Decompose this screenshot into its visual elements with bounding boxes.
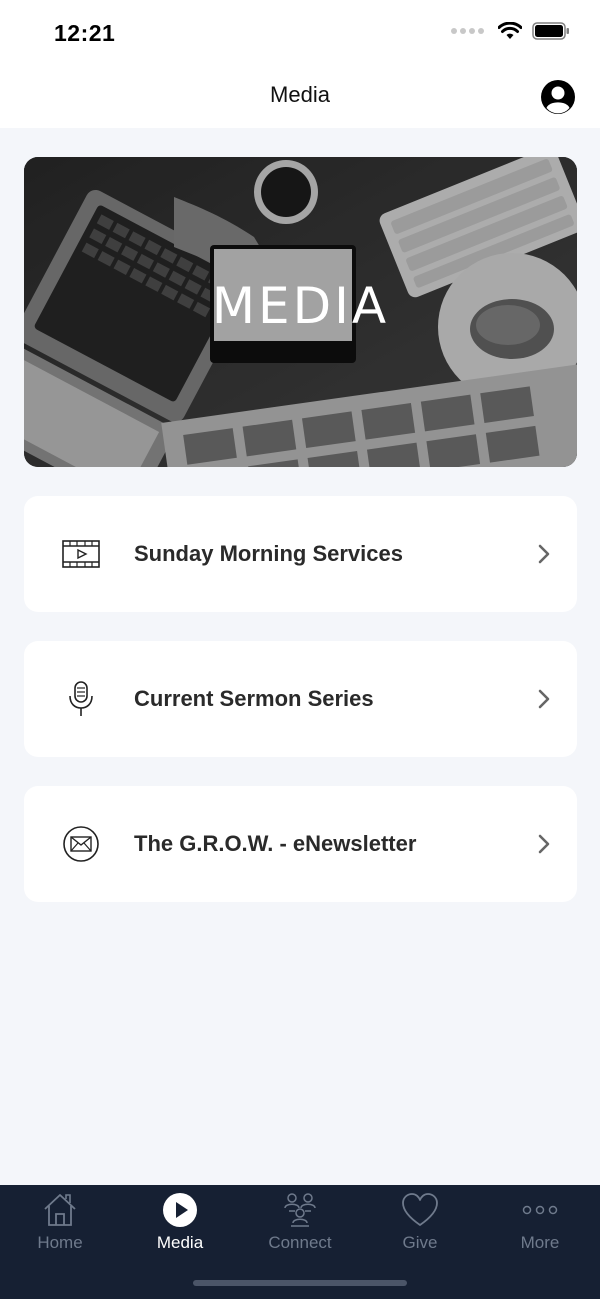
tab-give[interactable]: Give [360, 1185, 480, 1265]
play-icon [161, 1191, 199, 1229]
menu-item-sunday-morning-services[interactable]: Sunday Morning Services [24, 496, 577, 612]
menu-item-label: Sunday Morning Services [134, 541, 403, 566]
battery-icon [532, 22, 569, 40]
tab-home[interactable]: Home [0, 1185, 120, 1265]
menu-item-label: Current Sermon Series [134, 686, 374, 711]
heart-icon [401, 1191, 439, 1229]
tab-more[interactable]: More [480, 1185, 600, 1265]
signal-icon [451, 28, 484, 34]
tab-label: Connect [268, 1233, 332, 1252]
nav-bar: Media [0, 66, 600, 128]
status-bar: 12:21 [0, 0, 600, 66]
more-icon [521, 1191, 559, 1229]
chevron-right-icon [538, 689, 550, 709]
tab-media[interactable]: Media [120, 1185, 240, 1265]
wifi-icon [498, 22, 522, 39]
people-icon [281, 1191, 319, 1229]
microphone-icon [62, 680, 100, 718]
menu-item-label: The G.R.O.W. - eNewsletter [134, 831, 417, 856]
envelope-icon [62, 825, 100, 863]
page-title: Media [270, 82, 330, 107]
tab-label: Media [156, 1233, 204, 1252]
media-banner: MEDIA [24, 157, 577, 467]
tab-label: Give [402, 1233, 438, 1252]
menu-item-current-sermon-series[interactable]: Current Sermon Series [24, 641, 577, 757]
tab-label: More [520, 1233, 560, 1252]
user-icon [541, 80, 575, 114]
chevron-right-icon [538, 834, 550, 854]
chevron-right-icon [538, 544, 550, 564]
menu-item-grow-enewsletter[interactable]: The G.R.O.W. - eNewsletter [24, 786, 577, 902]
banner-title: MEDIA [211, 277, 390, 335]
home-indicator [193, 1280, 407, 1286]
home-icon [41, 1191, 79, 1229]
tab-connect[interactable]: Connect [240, 1185, 360, 1265]
profile-button[interactable] [540, 79, 576, 115]
status-time: 12:21 [54, 20, 116, 46]
video-icon [62, 535, 100, 573]
tab-label: Home [37, 1233, 83, 1252]
status-icons [451, 22, 570, 40]
